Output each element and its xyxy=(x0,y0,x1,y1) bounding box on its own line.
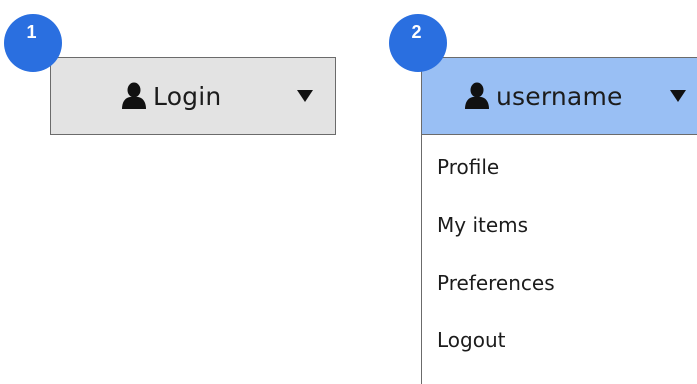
username-label: username xyxy=(496,81,623,111)
user-dropdown-button[interactable]: username xyxy=(421,57,697,135)
menu-item-profile[interactable]: Profile xyxy=(437,155,499,179)
person-icon xyxy=(121,82,147,110)
step-badge-number: 1 xyxy=(26,22,37,42)
caret-down-icon xyxy=(669,58,687,134)
step-badge-number: 2 xyxy=(411,22,422,42)
login-label: Login xyxy=(153,81,222,111)
step-badge-1: 1 xyxy=(4,14,62,72)
step-badge-2: 2 xyxy=(389,14,447,72)
menu-item-preferences[interactable]: Preferences xyxy=(437,271,555,295)
menu-item-my-items[interactable]: My items xyxy=(437,213,528,237)
login-dropdown-button[interactable]: Login xyxy=(50,57,336,135)
user-dropdown-menu: Profile My items Preferences Logout xyxy=(421,134,697,384)
caret-down-icon xyxy=(296,58,314,134)
menu-item-logout[interactable]: Logout xyxy=(437,328,505,352)
person-icon xyxy=(464,82,490,110)
